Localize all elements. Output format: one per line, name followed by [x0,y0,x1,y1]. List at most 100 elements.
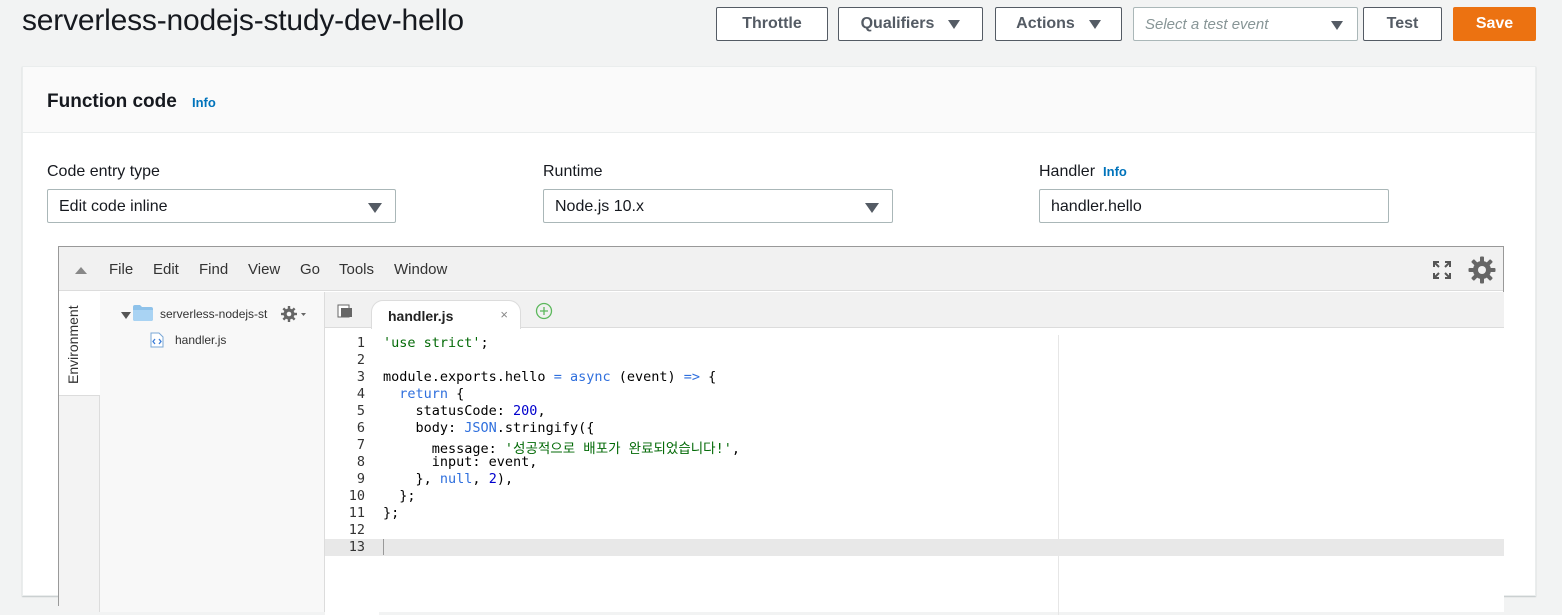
tree-root-folder[interactable]: serverless-nodejs-st [160,307,270,321]
line-number: 2 [356,352,365,368]
menu-find[interactable]: Find [199,261,228,278]
code-line[interactable]: 10 }; [325,488,1504,505]
code-line[interactable]: 2 [325,352,1504,369]
code-editor-ide: File Edit Find View Go Tools Window Envi… [58,246,1504,615]
text-cursor [383,539,384,555]
line-number: 7 [356,437,365,453]
handler-label-group: Handler Info [1039,163,1127,181]
code-text: }, null, 2), [383,471,514,487]
code-line[interactable]: 8 input: event, [325,454,1504,471]
page-title: serverless-nodejs-study-dev-hello [22,4,464,37]
environment-tab[interactable]: Environment [59,292,100,396]
menu-view[interactable]: View [248,261,280,278]
page-header: serverless-nodejs-study-dev-hello Thrott… [0,0,1562,54]
code-line[interactable]: 11}; [325,505,1504,522]
caret-down-icon [1331,21,1343,30]
tree-file-handler[interactable]: handler.js [175,333,226,347]
code-line[interactable]: 7 message: '성공적으로 배포가 완료되었습니다!', [325,437,1504,457]
handler-info-link[interactable]: Info [1103,164,1127,179]
line-number: 4 [356,386,365,402]
editor-tabbar: handler.js × [325,292,1504,329]
test-event-placeholder: Select a test event [1145,16,1269,33]
menu-go[interactable]: Go [300,261,320,278]
gear-icon[interactable] [280,306,308,322]
js-file-icon [150,332,164,348]
code-text: input: event, [383,454,538,470]
gear-icon[interactable] [1468,256,1496,284]
caret-down-icon [865,203,879,213]
tab-list-icon[interactable] [337,304,353,318]
caret-down-icon [1088,19,1101,29]
environment-sidebar: Environment [59,292,100,612]
expand-arrow-icon[interactable] [121,312,131,319]
code-line[interactable]: 3 module.exports.hello = async (event) =>… [325,369,1504,386]
code-text: return { [399,386,465,402]
code-line[interactable]: 13 [325,539,1504,556]
code-line[interactable]: 4 return { [325,386,1504,403]
ide-menubar: File Edit Find View Go Tools Window [59,247,1503,291]
line-number: 10 [348,488,365,504]
function-code-info-link[interactable]: Info [192,95,216,110]
line-number: 8 [356,454,365,470]
add-tab-icon[interactable] [535,302,553,320]
line-number: 12 [348,522,365,538]
tab-label: handler.js [388,308,454,324]
code-text: module.exports.hello = async (event) => … [383,369,717,385]
menu-tools[interactable]: Tools [339,261,374,278]
menu-edit[interactable]: Edit [153,261,179,278]
save-button[interactable]: Save [1453,7,1536,41]
menu-file[interactable]: File [109,261,133,278]
panel-title: Function code [47,91,177,112]
editor-area: handler.js × 1 'use strict'; 2 3 module.expo… [325,292,1504,615]
runtime-value: Node.js 10.x [555,198,644,215]
line-number: 1 [356,335,365,351]
test-event-select[interactable]: Select a test event [1133,7,1358,41]
code-line[interactable]: 9 }, null, 2), [325,471,1504,488]
code-line[interactable]: 6 body: JSON.stringify({ [325,420,1504,437]
code-text: }; [383,505,400,521]
tab-handler-js[interactable]: handler.js × [371,300,521,329]
line-number: 6 [356,420,365,436]
actions-dropdown-label: Actions [1016,15,1075,32]
code-line[interactable]: 5 statusCode: 200, [325,403,1504,420]
code-text: body: JSON.stringify({ [383,420,595,436]
handler-label: Handler [1039,163,1096,180]
code-text: 'use strict'; [383,335,489,351]
line-number: 13 [348,539,365,555]
line-number: 9 [356,471,365,487]
actions-dropdown[interactable]: Actions [995,7,1122,41]
caret-down-icon [368,203,382,213]
file-tree: serverless-nodejs-st handler.js [100,292,325,612]
menu-window[interactable]: Window [394,261,447,278]
save-button-label: Save [1475,15,1514,32]
code-text: }; [383,488,416,504]
code-text: statusCode: 200, [383,403,546,419]
caret-down-icon [948,19,961,29]
fullscreen-icon[interactable] [1433,261,1451,279]
runtime-label: Runtime [543,163,603,180]
handler-input[interactable]: handler.hello [1039,189,1389,223]
test-button[interactable]: Test [1363,7,1442,41]
handler-value: handler.hello [1051,198,1142,215]
code-line[interactable]: 1 'use strict'; [325,335,1504,352]
folder-icon [133,305,153,321]
qualifiers-dropdown-label: Qualifiers [860,15,935,32]
close-icon[interactable]: × [500,307,508,322]
test-button-label: Test [1386,15,1419,32]
line-number: 3 [356,369,365,385]
runtime-select[interactable]: Node.js 10.x [543,189,893,223]
throttle-button[interactable]: Throttle [716,7,828,41]
code-entry-type-select[interactable]: Edit code inline [47,189,396,223]
throttle-button-label: Throttle [742,15,802,32]
qualifiers-dropdown[interactable]: Qualifiers [838,7,983,41]
code-entry-type-label: Code entry type [47,163,160,180]
line-number: 5 [356,403,365,419]
code-line[interactable]: 12 [325,522,1504,539]
code-entry-type-value: Edit code inline [59,198,168,215]
panel-header: Function code Info [23,67,1535,133]
function-code-panel: Function code Info Code entry type Runti… [22,66,1536,615]
code-editor[interactable]: 1 'use strict'; 2 3 module.exports.hello = a… [325,335,1504,615]
collapse-icon[interactable] [75,267,87,274]
line-number: 11 [348,505,365,521]
environment-tab-label: Environment [65,305,81,384]
